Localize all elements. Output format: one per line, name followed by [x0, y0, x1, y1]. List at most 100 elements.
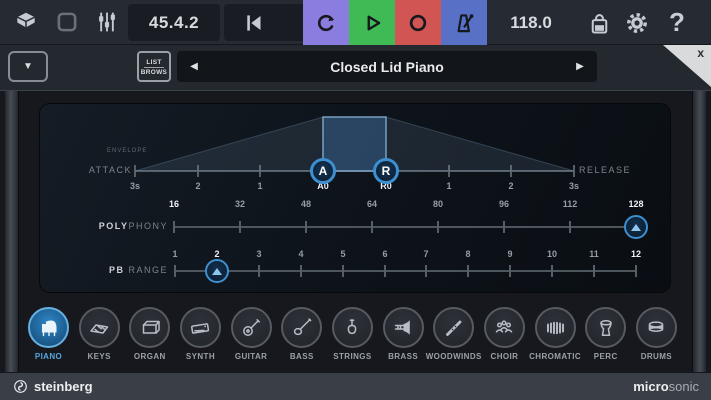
piano-icon	[37, 316, 61, 340]
category-label: DRUMS	[641, 352, 672, 361]
synth-icon	[188, 316, 212, 340]
organ-icon	[129, 307, 170, 348]
choir-icon	[492, 316, 516, 340]
close-instrument-button[interactable]: x	[663, 45, 711, 87]
category-brass[interactable]: BRASS	[379, 307, 428, 369]
category-label: KEYS	[87, 352, 110, 361]
panel-dropdown-button[interactable]: ▼	[8, 51, 48, 82]
triangle-up-icon	[212, 268, 222, 275]
envelope-shape	[40, 104, 670, 292]
instrument-panel: ENVELOPE ATTACK RELEASE POLYPHONY PB RAN…	[0, 90, 711, 372]
category-woodwinds[interactable]: WOODWINDS	[429, 307, 478, 369]
metronome-button[interactable]	[441, 0, 487, 45]
category-guitar[interactable]: GUITAR	[227, 307, 276, 369]
steinberg-brand: steinberg	[12, 378, 93, 395]
stop-icon[interactable]	[54, 9, 80, 35]
drums-icon	[636, 307, 677, 348]
synth-icon	[180, 307, 221, 348]
perc-icon	[594, 316, 618, 340]
help-button[interactable]: ?	[660, 0, 694, 45]
list-browse-button[interactable]: LIST BROWS	[137, 51, 171, 82]
list-browse-label-2: BROWS	[141, 68, 167, 76]
left-bezel	[5, 91, 19, 373]
record-icon	[405, 10, 431, 36]
play-icon	[359, 10, 385, 36]
next-preset-icon[interactable]: ▶	[563, 61, 597, 72]
close-icon: x	[697, 46, 704, 60]
bass-icon	[281, 307, 322, 348]
category-piano[interactable]: PIANO	[24, 307, 73, 369]
category-chromatic[interactable]: CHROMATIC	[531, 307, 580, 369]
category-synth[interactable]: SYNTH	[176, 307, 225, 369]
transport-bar: 45.4.2 118.0 ?	[0, 0, 711, 45]
category-label: CHROMATIC	[529, 352, 581, 361]
piano-icon	[28, 307, 69, 348]
pb-range-handle[interactable]	[205, 259, 229, 283]
brass-icon	[391, 316, 415, 340]
preset-selector: ◀ Closed Lid Piano ▶	[177, 51, 597, 82]
category-label: ORGAN	[134, 352, 166, 361]
preset-name[interactable]: Closed Lid Piano	[211, 59, 563, 75]
category-label: STRINGS	[333, 352, 371, 361]
play-button[interactable]	[349, 0, 395, 45]
song-position-display[interactable]: 45.4.2	[128, 4, 220, 41]
browser-bar: ▼ LIST BROWS ◀ Closed Lid Piano ▶ x	[0, 45, 711, 90]
settings-gear-icon[interactable]	[622, 8, 652, 38]
organ-icon	[138, 316, 162, 340]
keys-icon	[87, 316, 111, 340]
category-label: BASS	[290, 352, 314, 361]
right-bezel	[692, 91, 706, 373]
media-cube-icon[interactable]	[12, 8, 40, 36]
chromatic-icon	[535, 307, 576, 348]
category-organ[interactable]: ORGAN	[125, 307, 174, 369]
record-button[interactable]	[395, 0, 441, 45]
category-drums[interactable]: DRUMS	[632, 307, 681, 369]
chevron-down-icon: ▼	[23, 61, 33, 72]
category-bar: PIANO KEYS ORGAN SYNTH GUITAR BASS STRINGS BRAS…	[20, 307, 691, 369]
skip-to-start-icon[interactable]	[241, 10, 267, 36]
category-strings[interactable]: STRINGS	[328, 307, 377, 369]
chromatic-icon	[543, 316, 567, 340]
footer-bar: steinberg microsonic	[0, 372, 711, 400]
release-handle[interactable]: R	[373, 158, 399, 184]
category-perc[interactable]: PERC	[581, 307, 630, 369]
choir-icon	[484, 307, 525, 348]
category-label: PERC	[594, 352, 618, 361]
category-label: WOODWINDS	[426, 352, 482, 361]
brass-icon	[383, 307, 424, 348]
shop-bag-icon[interactable]	[584, 8, 614, 38]
attack-handle[interactable]: A	[310, 158, 336, 184]
category-label: PIANO	[35, 352, 62, 361]
mixer-icon[interactable]	[92, 8, 122, 36]
category-label: SYNTH	[186, 352, 215, 361]
metronome-icon	[451, 10, 477, 36]
strings-icon	[332, 307, 373, 348]
steinberg-logo-icon	[12, 378, 29, 395]
steinberg-label: steinberg	[34, 379, 93, 394]
parameter-screen: ENVELOPE ATTACK RELEASE POLYPHONY PB RAN…	[40, 104, 670, 292]
microsonic-app: 45.4.2 118.0 ?	[0, 0, 711, 400]
guitar-icon	[239, 316, 263, 340]
triangle-up-icon	[631, 224, 641, 231]
bass-icon	[290, 316, 314, 340]
category-bass[interactable]: BASS	[277, 307, 326, 369]
list-browse-label-1: LIST	[144, 58, 163, 68]
cycle-button[interactable]	[303, 0, 349, 45]
microsonic-brand: microsonic	[633, 379, 699, 394]
keys-icon	[79, 307, 120, 348]
category-label: BRASS	[388, 352, 418, 361]
woodwinds-icon	[442, 316, 466, 340]
guitar-icon	[231, 307, 272, 348]
drums-icon	[644, 316, 668, 340]
polyphony-handle[interactable]	[624, 215, 648, 239]
strings-icon	[340, 316, 364, 340]
tempo-display[interactable]: 118.0	[495, 0, 567, 45]
cycle-icon	[313, 10, 339, 36]
category-choir[interactable]: CHOIR	[480, 307, 529, 369]
woodwinds-icon	[433, 307, 474, 348]
category-label: CHOIR	[491, 352, 519, 361]
category-label: GUITAR	[235, 352, 267, 361]
category-keys[interactable]: KEYS	[75, 307, 124, 369]
previous-preset-icon[interactable]: ◀	[177, 61, 211, 72]
perc-icon	[585, 307, 626, 348]
